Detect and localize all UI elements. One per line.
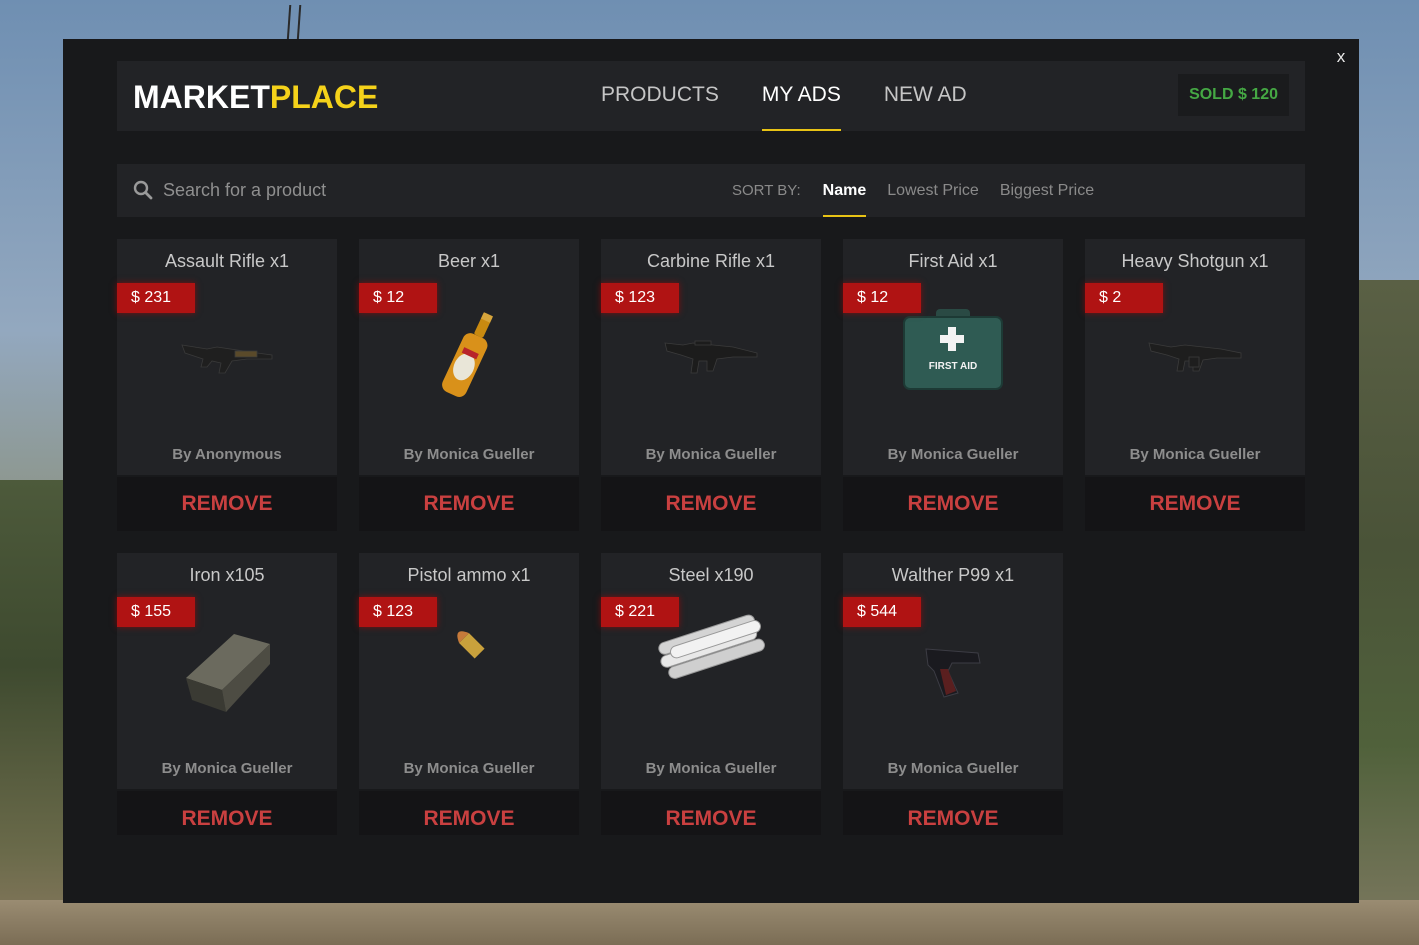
ad-title: First Aid x1	[908, 251, 998, 271]
search-bar: SORT BY: Name Lowest Price Biggest Price	[117, 164, 1305, 217]
ads-grid: Assault Rifle x1 $ 231 By Anonymous REMO…	[117, 239, 1317, 835]
assault-rifle-icon	[157, 291, 297, 421]
ad-card-body: Walther P99 x1 $ 544 By Monica Gueller	[843, 553, 1063, 789]
remove-button[interactable]: REMOVE	[1085, 477, 1305, 531]
remove-button[interactable]: REMOVE	[843, 477, 1063, 531]
background-scenery-right	[1349, 280, 1419, 945]
ad-card: First Aid x1 FIRST AID $ 12 By Monica Gu…	[843, 239, 1063, 531]
ad-card: Assault Rifle x1 $ 231 By Anonymous REMO…	[117, 239, 337, 531]
pistol-icon	[883, 605, 1023, 735]
logo-part-place: PLACE	[269, 79, 379, 115]
carbine-rifle-icon	[641, 291, 781, 421]
logo: MARKETPLACE	[133, 79, 378, 116]
ad-seller: By Monica Gueller	[645, 760, 777, 777]
background-scenery-left	[0, 480, 70, 945]
ad-card-body: Pistol ammo x1 $ 123 By Monica Gueller	[359, 553, 579, 789]
ad-card: Walther P99 x1 $ 544 By Monica Gueller R…	[843, 553, 1063, 835]
remove-button[interactable]: REMOVE	[843, 791, 1063, 835]
header-bar: MARKETPLACE PRODUCTS MY ADS NEW AD SOLD …	[117, 61, 1305, 131]
ad-card: Heavy Shotgun x1 $ 2 By Monica Gueller R…	[1085, 239, 1305, 531]
ad-card: Steel x190 $ 221 By Monica Gueller REMOV…	[601, 553, 821, 835]
marketplace-window: x MARKETPLACE PRODUCTS MY ADS NEW AD SOL…	[63, 39, 1359, 903]
ad-seller: By Anonymous	[172, 446, 282, 463]
ad-card-body: Heavy Shotgun x1 $ 2 By Monica Gueller	[1085, 239, 1305, 475]
ad-card-body: Carbine Rifle x1 $ 123 By Monica Gueller	[601, 239, 821, 475]
ad-card: Iron x105 $ 155 By Monica Gueller REMOVE	[117, 553, 337, 835]
ad-seller: By Monica Gueller	[1129, 446, 1261, 463]
sort-controls: SORT BY: Name Lowest Price Biggest Price	[732, 164, 1115, 217]
background-pole	[286, 5, 302, 41]
ad-seller: By Monica Gueller	[887, 446, 1019, 463]
ad-title: Pistol ammo x1	[407, 565, 531, 585]
sort-option-name[interactable]: Name	[822, 164, 866, 217]
ad-card: Beer x1 $ 12 By Monica Gueller REMOVE	[359, 239, 579, 531]
beer-bottle-icon	[399, 291, 539, 421]
ad-seller: By Monica Gueller	[645, 446, 777, 463]
ad-card-body: Iron x105 $ 155 By Monica Gueller	[117, 553, 337, 789]
ad-title: Walther P99 x1	[891, 565, 1015, 585]
search-input[interactable]	[163, 174, 583, 206]
ad-title: Assault Rifle x1	[164, 251, 290, 271]
ad-card-body: Beer x1 $ 12 By Monica Gueller	[359, 239, 579, 475]
remove-button[interactable]: REMOVE	[359, 791, 579, 835]
ad-card-body: Assault Rifle x1 $ 231 By Anonymous	[117, 239, 337, 475]
heavy-shotgun-icon	[1125, 291, 1265, 421]
ad-title: Steel x190	[668, 565, 754, 585]
remove-button[interactable]: REMOVE	[117, 791, 337, 835]
ad-card-body: First Aid x1 FIRST AID $ 12 By Monica Gu…	[843, 239, 1063, 475]
remove-button[interactable]: REMOVE	[601, 791, 821, 835]
ad-title: Carbine Rifle x1	[646, 251, 776, 271]
sort-option-lowest-price[interactable]: Lowest Price	[887, 164, 979, 217]
sort-option-biggest-price[interactable]: Biggest Price	[1000, 164, 1094, 217]
ad-seller: By Monica Gueller	[161, 760, 293, 777]
logo-part-market: MARKET	[133, 79, 270, 115]
ad-seller: By Monica Gueller	[403, 760, 535, 777]
ad-title: Iron x105	[189, 565, 265, 585]
tab-products[interactable]: PRODUCTS	[601, 61, 719, 131]
ad-card: Carbine Rifle x1 $ 123 By Monica Gueller…	[601, 239, 821, 531]
ad-seller: By Monica Gueller	[403, 446, 535, 463]
ad-card-body: Steel x190 $ 221 By Monica Gueller	[601, 553, 821, 789]
remove-button[interactable]: REMOVE	[117, 477, 337, 531]
ad-card: Pistol ammo x1 $ 123 By Monica Gueller R…	[359, 553, 579, 835]
background-ground	[0, 900, 1419, 945]
first-aid-label: FIRST AID	[929, 361, 978, 372]
iron-ingot-icon	[157, 605, 297, 735]
sold-total-badge: SOLD $ 120	[1178, 74, 1289, 116]
ad-seller: By Monica Gueller	[887, 760, 1019, 777]
steel-bars-icon	[631, 593, 791, 703]
price-tag: $ 12	[843, 283, 921, 313]
sort-label: SORT BY:	[732, 182, 801, 199]
tab-new-ad[interactable]: NEW AD	[884, 61, 967, 131]
ad-title: Heavy Shotgun x1	[1121, 251, 1269, 271]
nav-tabs: PRODUCTS MY ADS NEW AD	[601, 61, 1010, 131]
bullet-icon	[399, 593, 539, 693]
tab-my-ads[interactable]: MY ADS	[761, 61, 841, 131]
remove-button[interactable]: REMOVE	[601, 477, 821, 531]
search-icon	[133, 180, 153, 200]
remove-button[interactable]: REMOVE	[359, 477, 579, 531]
ad-title: Beer x1	[437, 251, 501, 271]
close-button[interactable]: x	[1333, 47, 1349, 67]
